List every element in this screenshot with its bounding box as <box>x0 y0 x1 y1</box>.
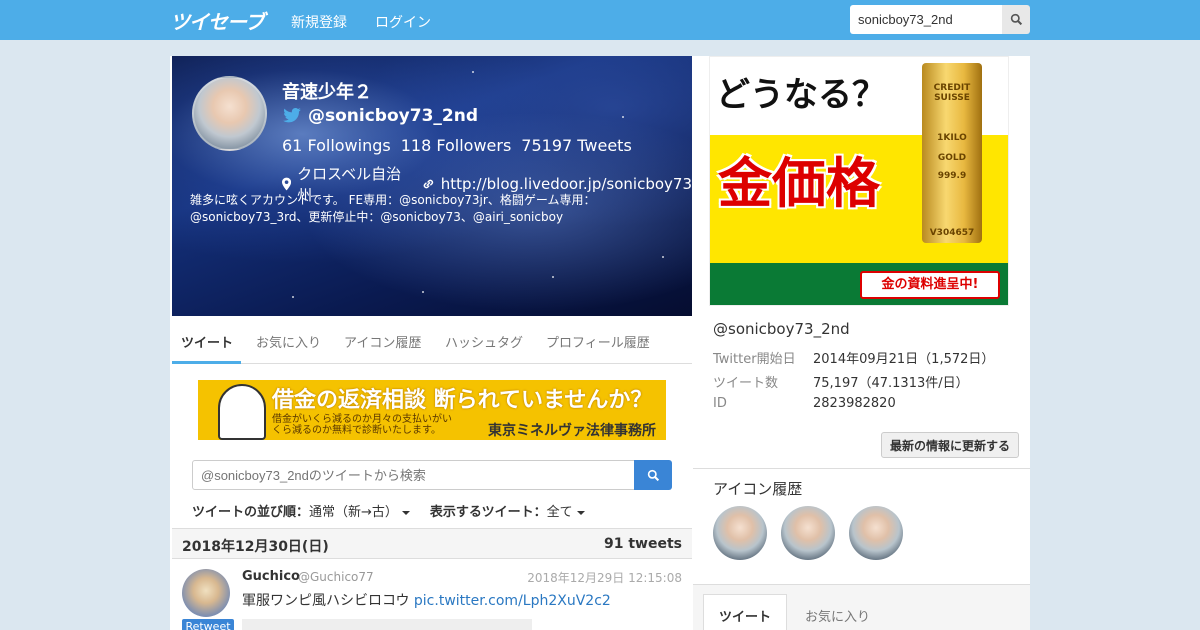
avatar[interactable] <box>182 569 230 617</box>
ad-headline: 金価格 <box>718 152 880 215</box>
info-key: ツイート数 <box>713 376 779 391</box>
gold-bar-text: V304657 <box>929 228 975 238</box>
info-key: Twitter開始日 <box>713 352 796 367</box>
avatar[interactable] <box>192 76 267 151</box>
profile-cover: 音速少年２ @sonicboy73_2nd 61 Followings 118 … <box>172 56 692 316</box>
right-column: どうなる？ 金価格 CREDIT SUISSE 1KILO GOLD 999.9… <box>693 56 1030 630</box>
gold-bar-text: 1KILO <box>937 133 967 143</box>
star <box>552 276 554 278</box>
info-key: ID <box>713 396 727 411</box>
sort-order-label: ツイートの並び順： <box>192 505 310 520</box>
tweet-filter-label: 表示するツイート： <box>429 505 547 520</box>
tweet-body: 軍服ワンピ風ハシビロコウ <box>242 593 410 609</box>
ad-cta[interactable]: 金の資料進呈中! <box>860 271 1000 299</box>
active-tab-indicator <box>172 361 241 364</box>
signup-link[interactable]: 新規登録 <box>291 12 347 32</box>
date-label: 2018年12月30日(日) <box>182 539 329 555</box>
profile-handle-row: @sonicboy73_2nd <box>282 106 478 126</box>
tweet-filter-value: 全て <box>546 505 573 520</box>
tweet-count-label: 91 tweets <box>604 536 682 552</box>
tweet-search-button[interactable] <box>634 460 672 490</box>
profile-name: 音速少年２ <box>282 82 372 103</box>
icon-history-avatar[interactable] <box>713 506 767 560</box>
ad-subtext: 借金がいくら減るのか月々の支払いがいくら減るのか無料で診断いたします。 <box>272 414 452 436</box>
sort-order-dropdown[interactable]: ツイートの並び順：通常（新→古） <box>192 501 410 520</box>
tab-icon-history[interactable]: アイコン履歴 <box>344 332 421 351</box>
profile-tabs: ツイート お気に入り アイコン履歴 ハッシュタグ プロフィール履歴 <box>172 316 692 364</box>
icon-history-avatar[interactable] <box>849 506 903 560</box>
tweet-image[interactable] <box>242 619 532 630</box>
gold-bar-image: CREDIT SUISSE 1KILO GOLD 999.9 V304657 <box>922 63 982 243</box>
map-marker-icon <box>282 177 292 191</box>
tweet-screen-name[interactable]: @Guchico77 <box>298 570 374 584</box>
account-handle: @sonicboy73_2nd <box>713 320 850 338</box>
star <box>622 116 624 118</box>
caret-down-icon <box>401 510 410 515</box>
search-icon <box>1010 13 1022 26</box>
followings-count[interactable]: 61 Followings <box>282 136 391 155</box>
twitter-bird-icon <box>283 108 301 123</box>
followers-count[interactable]: 118 Followers <box>401 136 512 155</box>
tweet-user-name[interactable]: Guchico <box>242 569 300 584</box>
star <box>292 296 294 298</box>
retweet-badge: Retweet <box>182 619 234 630</box>
login-link[interactable]: ログイン <box>375 12 431 32</box>
icon-history-avatar[interactable] <box>781 506 835 560</box>
tab-favorites[interactable]: お気に入り <box>256 332 321 351</box>
divider <box>693 468 1030 469</box>
ad-question: どうなる？ <box>716 75 886 115</box>
tweet-media-link[interactable]: pic.twitter.com/Lph2XuV2c2 <box>414 593 611 609</box>
refresh-button[interactable]: 最新の情報に更新する <box>881 432 1019 458</box>
left-column: 音速少年２ @sonicboy73_2nd 61 Followings 118 … <box>172 56 692 630</box>
search-input[interactable] <box>850 5 1002 34</box>
top-strip <box>170 40 1030 56</box>
main-container: 音速少年２ @sonicboy73_2nd 61 Followings 118 … <box>170 40 1030 630</box>
ad-banner-debt[interactable]: 借金の返済相談 断られていませんか？ 借金がいくら減るのか月々の支払いがいくら減… <box>198 380 666 440</box>
gold-bar-text: CREDIT SUISSE <box>933 83 971 103</box>
ad-headline: 借金の返済相談 断られていませんか？ <box>272 388 653 413</box>
navbar: ツイセーブ 新規登録 ログイン <box>0 0 1200 40</box>
tab-profile-history[interactable]: プロフィール履歴 <box>546 332 650 351</box>
star <box>422 291 424 293</box>
sort-controls: ツイートの並び順：通常（新→古） 表示するツイート：全て <box>192 501 585 520</box>
gold-bar-text: 999.9 <box>937 171 967 181</box>
info-value: 75,197（47.1313件/日） <box>813 376 969 391</box>
tab-hashtags[interactable]: ハッシュタグ <box>445 332 523 351</box>
ad-firm-name: 東京ミネルヴァ法律事務所 <box>488 423 656 439</box>
date-header: 2018年12月30日(日) 91 tweets <box>172 528 692 559</box>
profile-stats: 61 Followings 118 Followers 75197 Tweets <box>282 136 632 155</box>
tweet-item: Retweet Guchico @Guchico77 2018年12月29日 1… <box>172 559 692 630</box>
profile-url[interactable]: http://blog.livedoor.jp/sonicboy73 <box>441 175 692 193</box>
profile-handle: @sonicboy73_2nd <box>308 106 478 126</box>
ad-banner-gold[interactable]: どうなる？ 金価格 CREDIT SUISSE 1KILO GOLD 999.9… <box>709 56 1009 306</box>
tab-favorites-bottom[interactable]: お気に入り <box>805 606 870 625</box>
star <box>472 71 474 73</box>
tweet-search-input[interactable] <box>192 460 635 490</box>
gold-bar-text: GOLD <box>937 153 967 163</box>
brand-logo[interactable]: ツイセーブ <box>170 6 265 35</box>
tweet-filter-dropdown[interactable]: 表示するツイート：全て <box>430 501 585 520</box>
search-button[interactable] <box>1002 5 1030 34</box>
tweet-text: 軍服ワンピ風ハシビロコウ pic.twitter.com/Lph2XuV2c2 <box>242 590 611 610</box>
star <box>662 256 664 258</box>
tab-tweets-bottom[interactable]: ツイート <box>703 594 787 630</box>
tweet-timestamp[interactable]: 2018年12月29日 12:15:08 <box>527 569 682 586</box>
icon-history-title: アイコン履歴 <box>713 480 803 498</box>
profile-bio: 雑多に呟くアカウントです。 FE専用：@sonicboy73jr、格闘ゲーム専用… <box>190 193 596 224</box>
search-icon <box>647 469 659 481</box>
info-value: 2823982820 <box>813 396 896 411</box>
ad-illustration <box>218 384 266 440</box>
caret-down-icon <box>576 510 585 515</box>
link-icon <box>423 179 433 189</box>
sort-order-value: 通常（新→古） <box>309 505 398 520</box>
info-value: 2014年09月21日（1,572日） <box>813 352 995 367</box>
tab-tweets[interactable]: ツイート <box>181 332 233 351</box>
tweets-count[interactable]: 75197 Tweets <box>521 136 632 155</box>
